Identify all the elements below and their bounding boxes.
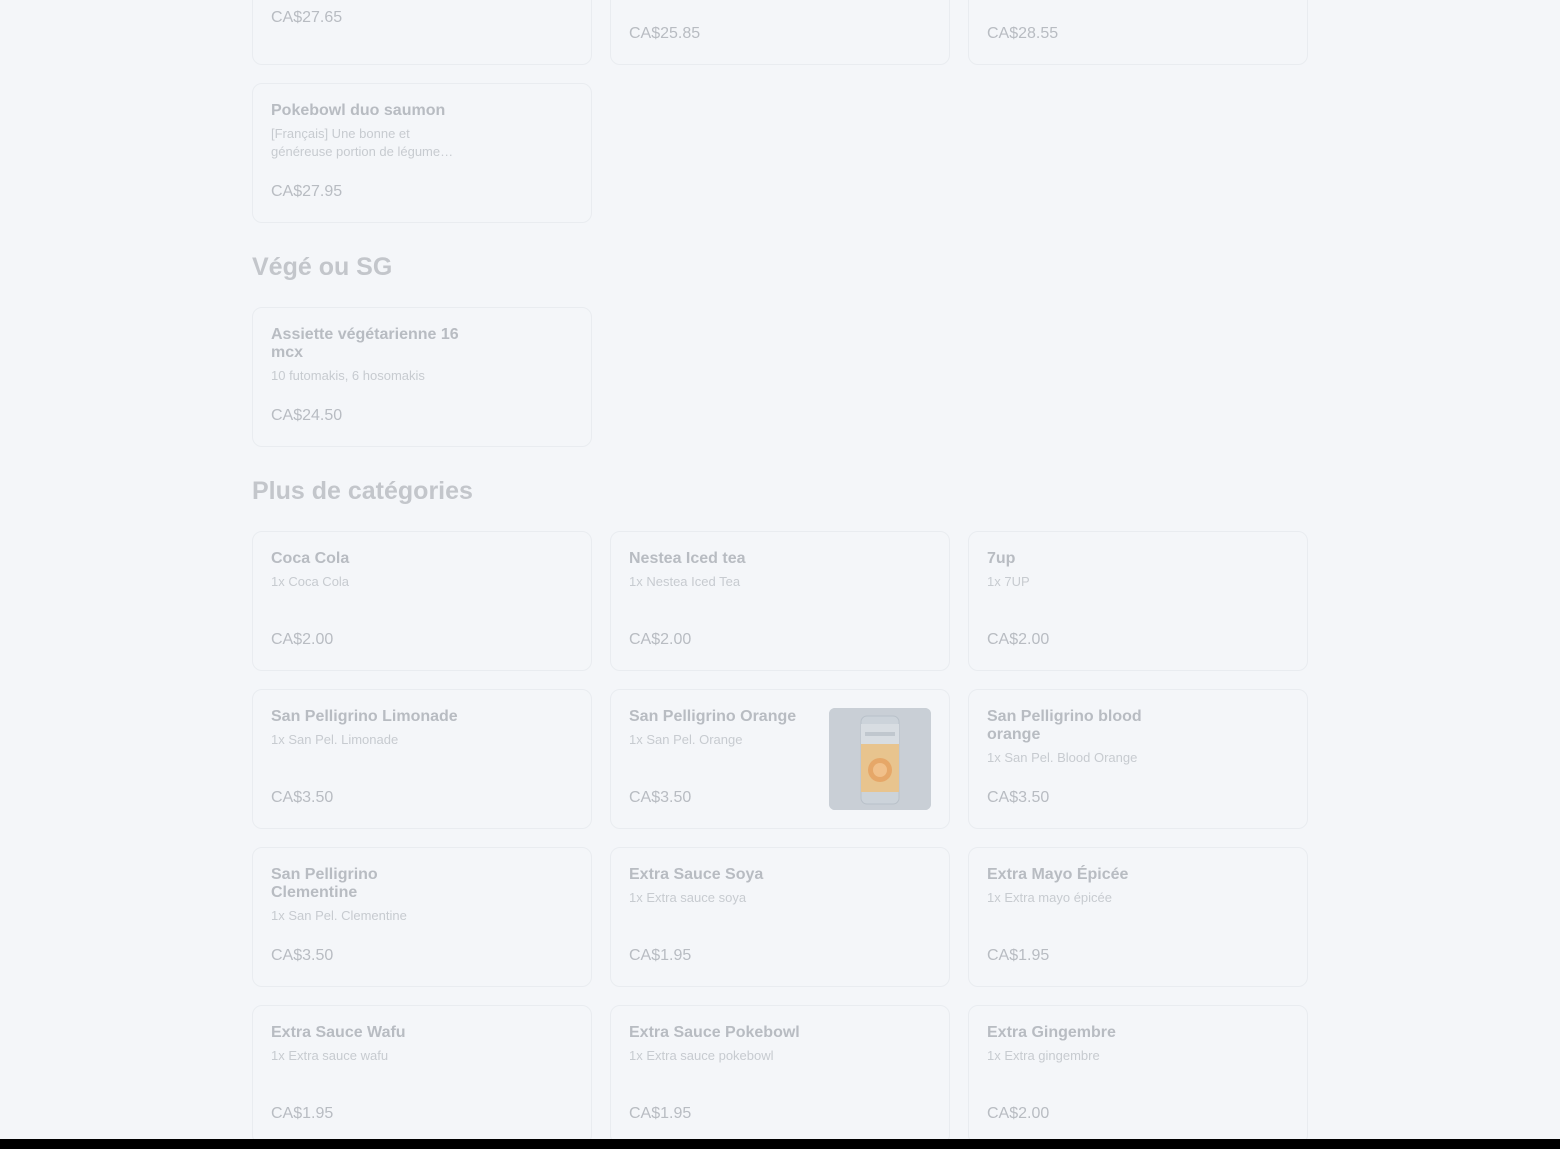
- item-name: San Pelligrino blood orange: [987, 708, 1142, 743]
- item-price: CA$3.50: [987, 789, 1050, 806]
- menu-item-card[interactable]: Extra Sauce Soya 1x Extra sauce soya CA$…: [610, 847, 950, 987]
- item-price: CA$3.50: [629, 789, 692, 806]
- item-price: CA$25.85: [629, 25, 701, 42]
- item-description: 1x San Pel. Clementine: [271, 908, 407, 923]
- item-description: 1x Extra sauce wafu: [271, 1048, 389, 1063]
- menu-item-card[interactable]: CA$28.55: [968, 0, 1308, 65]
- item-name: Extra Sauce Soya: [629, 866, 764, 883]
- item-price: CA$2.00: [271, 631, 334, 648]
- item-description: 1x Extra gingembre: [987, 1048, 1100, 1063]
- menu-item-card[interactable]: CA$25.85: [610, 0, 950, 65]
- menu-item-card[interactable]: CA$27.65: [252, 0, 592, 65]
- item-name: 7up: [987, 550, 1016, 567]
- item-name: Extra Sauce Wafu: [271, 1024, 406, 1041]
- item-description: 1x Extra sauce soya: [629, 890, 747, 905]
- item-description: 1x San Pel. Orange: [629, 732, 743, 747]
- menu-item-card[interactable]: Pokebowl duo saumon [Français] Une bonne…: [252, 83, 592, 223]
- item-name: Extra Gingembre: [987, 1024, 1116, 1041]
- item-description: 1x Coca Cola: [271, 574, 350, 589]
- menu-item-card[interactable]: Nestea Iced tea 1x Nestea Iced Tea CA$2.…: [610, 531, 950, 671]
- menu-item-card[interactable]: San Pelligrino blood orange 1x San Pel. …: [968, 689, 1308, 829]
- item-description: 1x San Pel. Limonade: [271, 732, 399, 747]
- item-price: CA$24.50: [271, 407, 343, 424]
- item-name: Pokebowl duo saumon: [271, 102, 446, 119]
- menu-item-card[interactable]: Assiette végétarienne 16 mcx 10 futomaki…: [252, 307, 592, 447]
- item-price: CA$2.00: [987, 631, 1050, 648]
- item-description: 1x Extra sauce pokebowl: [629, 1048, 774, 1063]
- item-price: CA$27.95: [271, 183, 343, 200]
- item-description: [Français] Une bonne et généreuse portio…: [271, 126, 454, 159]
- menu-item-card[interactable]: Coca Cola 1x Coca Cola CA$2.00: [252, 531, 592, 671]
- item-name: Extra Sauce Pokebowl: [629, 1024, 800, 1041]
- item-name: Coca Cola: [271, 550, 350, 567]
- item-price: CA$3.50: [271, 947, 334, 964]
- item-description: 1x 7UP: [987, 574, 1030, 589]
- item-description: 10 futomakis, 6 hosomakis: [271, 368, 425, 383]
- item-price: CA$1.95: [629, 1105, 692, 1122]
- item-name: Assiette végétarienne 16 mcx: [271, 326, 459, 361]
- item-price: CA$27.65: [271, 9, 343, 26]
- item-price: CA$28.55: [987, 25, 1059, 42]
- item-price: CA$1.95: [987, 947, 1050, 964]
- item-price: CA$2.00: [629, 631, 692, 648]
- menu-item-card[interactable]: Extra Gingembre 1x Extra gingembre CA$2.…: [968, 1005, 1308, 1145]
- section-title-vege: Végé ou SG: [252, 253, 393, 281]
- item-name: San Pelligrino Clementine: [271, 866, 378, 901]
- item-name: San Pelligrino Limonade: [271, 708, 458, 725]
- menu-item-card[interactable]: 7up 1x 7UP CA$2.00: [968, 531, 1308, 671]
- item-name: Nestea Iced tea: [629, 550, 746, 567]
- menu-item-card[interactable]: Extra Sauce Wafu 1x Extra sauce wafu CA$…: [252, 1005, 592, 1145]
- product-image: [829, 708, 931, 810]
- item-description: 1x San Pel. Blood Orange: [987, 750, 1138, 765]
- item-price: CA$2.00: [987, 1105, 1050, 1122]
- item-description: 1x Nestea Iced Tea: [629, 574, 741, 589]
- orange-can-image: [829, 708, 931, 810]
- menu-item-card[interactable]: Extra Mayo Épicée 1x Extra mayo épicée C…: [968, 847, 1308, 987]
- menu-item-card[interactable]: San Pelligrino Clementine 1x San Pel. Cl…: [252, 847, 592, 987]
- item-name: San Pelligrino Orange: [629, 708, 797, 725]
- menu-item-card[interactable]: San Pelligrino Limonade 1x San Pel. Limo…: [252, 689, 592, 829]
- section-title-more: Plus de catégories: [252, 477, 473, 505]
- item-description: 1x Extra mayo épicée: [987, 890, 1113, 905]
- item-name: Extra Mayo Épicée: [987, 866, 1129, 883]
- item-price: CA$1.95: [271, 1105, 334, 1122]
- item-price: CA$1.95: [629, 947, 692, 964]
- bottom-bar: [0, 1139, 1560, 1149]
- menu-item-card[interactable]: Extra Sauce Pokebowl 1x Extra sauce poke…: [610, 1005, 950, 1145]
- item-price: CA$3.50: [271, 789, 334, 806]
- menu-item-card[interactable]: San Pelligrino Orange 1x San Pel. Orange…: [610, 689, 950, 829]
